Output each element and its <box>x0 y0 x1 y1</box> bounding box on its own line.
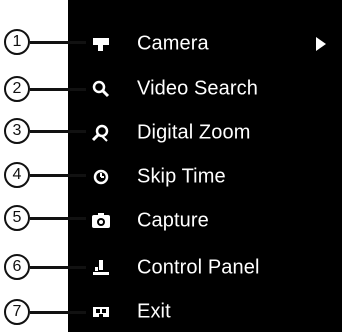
menu-item-label: Skip Time <box>137 165 226 188</box>
callout-7: 7 <box>0 299 130 327</box>
callout-line <box>30 41 86 44</box>
menu-item-label: Control Panel <box>137 256 260 279</box>
callout-4: 4 <box>0 162 130 190</box>
callout-number: 4 <box>4 162 30 188</box>
callout-5: 5 <box>0 205 130 233</box>
callout-line <box>30 88 86 91</box>
menu-item-label: Digital Zoom <box>137 121 251 144</box>
callout-number: 3 <box>4 118 30 144</box>
callout-line <box>30 217 86 220</box>
callout-1: 1 <box>0 29 130 57</box>
menu-item-label: Video Search <box>137 77 258 100</box>
callout-6: 6 <box>0 254 130 282</box>
callout-line <box>30 174 86 177</box>
callout-line <box>30 266 86 269</box>
menu-item-label: Exit <box>137 300 171 323</box>
callout-2: 2 <box>0 76 130 104</box>
callout-number: 7 <box>4 299 30 325</box>
menu-item-label: Camera <box>137 32 209 55</box>
callout-number: 6 <box>4 254 30 280</box>
callout-number: 1 <box>4 29 30 55</box>
callout-3: 3 <box>0 118 130 146</box>
callout-number: 5 <box>4 205 30 231</box>
callout-line <box>30 130 86 133</box>
callout-number: 2 <box>4 76 30 102</box>
menu-item-label: Capture <box>137 209 209 232</box>
submenu-arrow-icon <box>316 37 326 51</box>
callout-line <box>30 311 86 314</box>
